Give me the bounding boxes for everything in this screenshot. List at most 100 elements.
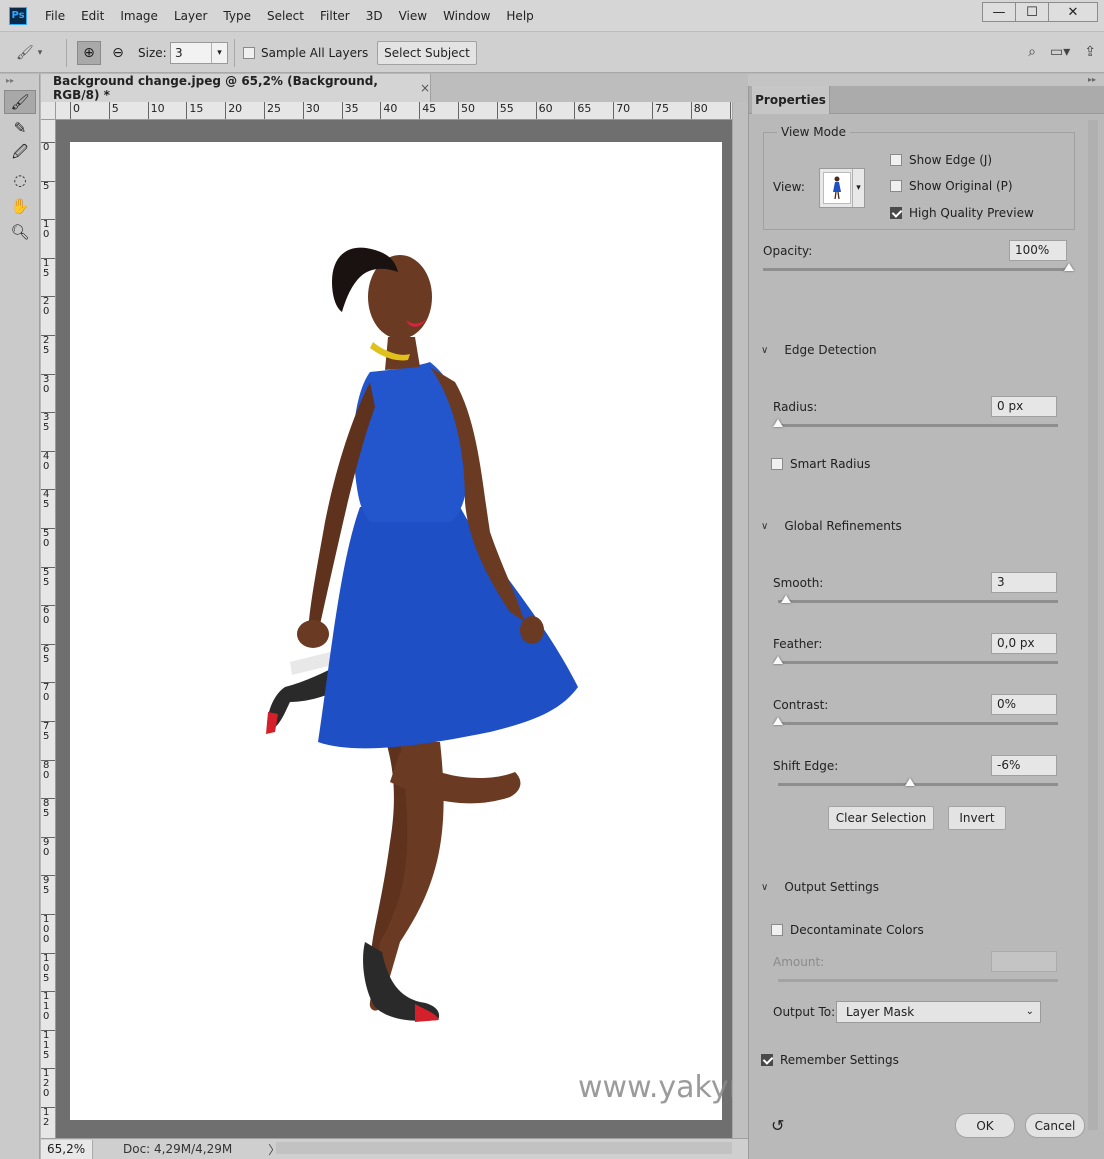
slider-knob[interactable] <box>773 419 783 427</box>
show-original-checkbox[interactable]: Show Original (P) <box>890 179 1013 193</box>
smooth-field[interactable]: 3 <box>991 572 1057 593</box>
chevron-down-icon[interactable]: ∨ <box>761 521 768 532</box>
select-subject-button[interactable]: Select Subject <box>377 41 477 65</box>
checkbox-box[interactable] <box>771 924 783 936</box>
checkbox-box[interactable] <box>890 180 902 192</box>
radius-field[interactable]: 0 px <box>991 396 1057 417</box>
menu-view[interactable]: View <box>391 9 435 23</box>
hand-tool[interactable]: ✋ <box>4 194 36 218</box>
feather-field[interactable]: 0,0 px <box>991 633 1057 654</box>
output-to-label: Output To: <box>773 1005 836 1019</box>
document-size-info[interactable]: Doc: 4,29M/4,29M <box>123 1142 232 1156</box>
subtract-from-selection-button[interactable]: ⊖ <box>107 41 129 65</box>
document-tab[interactable]: Background change.jpeg @ 65,2% (Backgrou… <box>41 74 431 102</box>
opacity-slider[interactable] <box>763 263 1074 271</box>
edge-detection-header[interactable]: ∨ Edge Detection <box>761 343 877 357</box>
decontaminate-colors-checkbox[interactable]: Decontaminate Colors <box>771 923 924 937</box>
refine-edge-brush-tool[interactable]: ✎ <box>4 116 36 140</box>
workspace-icon[interactable]: ▭▾ <box>1050 44 1070 60</box>
menu-layer[interactable]: Layer <box>166 9 215 23</box>
menu-file[interactable]: File <box>37 9 73 23</box>
remember-settings-checkbox[interactable]: Remember Settings <box>761 1053 899 1067</box>
horizontal-ruler[interactable]: 051015202530354045505560657075808 <box>56 102 732 120</box>
slider-knob[interactable] <box>773 717 783 725</box>
smooth-slider[interactable] <box>778 595 1058 603</box>
ruler-tick-label: 120 <box>41 1068 55 1099</box>
ruler-tick-label: 5 <box>108 102 119 119</box>
menu-3d[interactable]: 3D <box>358 9 391 23</box>
ruler-tick-label: 55 <box>41 566 55 588</box>
tab-properties[interactable]: Properties <box>752 86 830 114</box>
shift-edge-field[interactable]: -6% <box>991 755 1057 776</box>
lasso-tool[interactable]: ◌ <box>4 168 36 192</box>
ruler-origin[interactable] <box>41 102 56 120</box>
brush-tool[interactable]: 🖉 <box>4 142 36 166</box>
chevron-down-icon[interactable]: ▾ <box>852 169 864 207</box>
add-to-selection-button[interactable]: ⊕ <box>77 41 101 65</box>
collapse-panels-icon[interactable]: ▸▸ <box>748 74 1104 86</box>
panel-grip-icon[interactable]: ▸▸ <box>0 74 39 88</box>
horizontal-scrollbar[interactable] <box>276 1142 732 1154</box>
chevron-down-icon[interactable]: ⌄ <box>1026 1002 1034 1022</box>
invert-button[interactable]: Invert <box>948 806 1006 830</box>
reset-icon[interactable]: ↺ <box>771 1116 784 1135</box>
ruler-tick-label: 50 <box>458 102 475 119</box>
global-refinements-header[interactable]: ∨ Global Refinements <box>761 519 902 533</box>
slider-knob[interactable] <box>1064 263 1074 271</box>
quick-selection-tool[interactable]: 🖌 <box>4 90 36 114</box>
share-icon[interactable]: ⇪ <box>1084 44 1096 60</box>
high-quality-preview-checkbox[interactable]: High Quality Preview <box>890 206 1034 220</box>
minimize-button[interactable]: — <box>982 2 1016 22</box>
checkbox-box[interactable] <box>761 1054 773 1066</box>
show-edge-checkbox[interactable]: Show Edge (J) <box>890 153 992 167</box>
slider-knob[interactable] <box>781 595 792 603</box>
document-canvas[interactable] <box>70 142 722 1120</box>
zoom-level-field[interactable]: 65,2% <box>41 1139 93 1159</box>
menu-type[interactable]: Type <box>215 9 259 23</box>
menu-edit[interactable]: Edit <box>73 9 112 23</box>
ruler-tick-label: 25 <box>264 102 281 119</box>
chevron-down-icon[interactable]: ▾ <box>211 43 227 63</box>
smooth-label: Smooth: <box>773 576 824 590</box>
menu-image[interactable]: Image <box>112 9 166 23</box>
vertical-scrollbar[interactable] <box>732 102 748 1138</box>
checkbox-box[interactable] <box>890 154 902 166</box>
ok-button[interactable]: OK <box>955 1113 1015 1138</box>
menu-help[interactable]: Help <box>498 9 541 23</box>
view-mode-picker[interactable]: ▾ <box>819 168 865 208</box>
opacity-field[interactable]: 100% <box>1009 240 1067 261</box>
size-input[interactable]: 3 ▾ <box>170 42 228 64</box>
zoom-tool[interactable]: 🔍︎ <box>4 220 36 244</box>
close-tab-icon[interactable]: × <box>420 81 430 95</box>
shift-edge-slider[interactable] <box>778 778 1058 786</box>
tool-preset-picker[interactable]: 🖌 ▾ <box>16 41 56 65</box>
ruler-tick-label: 105 <box>41 952 55 984</box>
chevron-down-icon[interactable]: ∨ <box>761 345 768 356</box>
output-settings-header[interactable]: ∨ Output Settings <box>761 880 879 894</box>
close-window-button[interactable]: ✕ <box>1048 2 1098 22</box>
menu-window[interactable]: Window <box>435 9 498 23</box>
panel-scrollbar[interactable] <box>1088 120 1098 1130</box>
cancel-button[interactable]: Cancel <box>1025 1113 1085 1138</box>
smart-radius-checkbox[interactable]: Smart Radius <box>771 457 870 471</box>
chevron-down-icon[interactable]: ∨ <box>761 882 768 893</box>
checkbox-box[interactable] <box>890 207 902 219</box>
output-to-select[interactable]: Layer Mask ⌄ <box>836 1001 1041 1023</box>
clear-selection-button[interactable]: Clear Selection <box>828 806 934 830</box>
checkbox-box[interactable] <box>771 458 783 470</box>
vertical-ruler[interactable]: 0 5 10 15 20 25 30 35 40 45 50 55 60 65 70 75 80 85 90 95 10… <box>41 120 56 1138</box>
checkbox-box[interactable] <box>243 47 255 59</box>
contrast-field[interactable]: 0% <box>991 694 1057 715</box>
radius-slider[interactable] <box>773 419 1058 427</box>
contrast-slider[interactable] <box>773 717 1058 725</box>
menu-select[interactable]: Select <box>259 9 312 23</box>
tools-panel: ▸▸ 🖌 ✎ 🖉 ◌ ✋ 🔍︎ <box>0 74 40 1159</box>
search-icon[interactable]: ⌕ <box>1028 44 1036 60</box>
maximize-button[interactable]: ☐ <box>1015 2 1049 22</box>
feather-slider[interactable] <box>773 656 1058 664</box>
slider-knob[interactable] <box>904 778 915 786</box>
sample-all-layers-checkbox[interactable]: Sample All Layers <box>243 46 368 60</box>
ruler-tick-label: 20 <box>41 296 55 317</box>
menu-filter[interactable]: Filter <box>312 9 358 23</box>
slider-knob[interactable] <box>773 656 783 664</box>
